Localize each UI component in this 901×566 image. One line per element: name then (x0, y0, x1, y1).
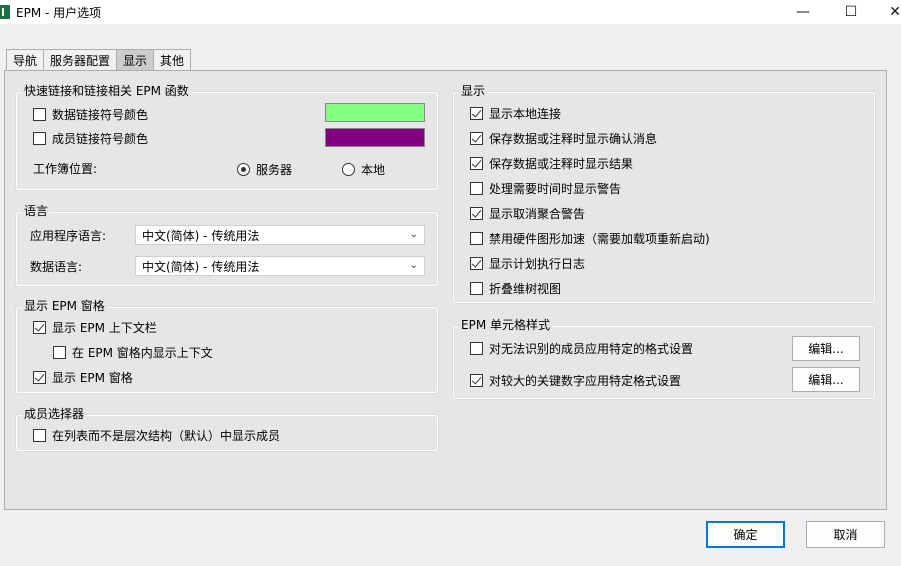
tab-server-config[interactable]: 服务器配置 (43, 49, 118, 71)
member-selector-group-title: 成员选择器 (22, 407, 87, 421)
display-item-checkbox[interactable] (470, 206, 483, 220)
display-item-plan-log[interactable]: 显示计划执行日志 (470, 254, 585, 272)
workbook-location-label: 工作簿位置: (33, 161, 98, 176)
show-context-in-pane-label: 在 EPM 窗格内显示上下文 (72, 345, 213, 360)
larger-key-figure-label: 对较大的关键数字应用特定格式设置 (489, 373, 682, 388)
excel-app-icon (0, 5, 10, 19)
title-bar: EPM - 用户选项 — ☐ ✕ (0, 0, 901, 24)
tab-display[interactable]: 显示 (116, 49, 155, 71)
display-group-title: 显示 (459, 84, 488, 98)
cancel-button[interactable]: 取消 (806, 521, 885, 548)
maximize-button[interactable]: ☐ (828, 0, 874, 24)
display-item-label: 显示计划执行日志 (489, 256, 586, 271)
display-item-label: 禁用硬件图形加速（需要加载项重新启动) (489, 231, 710, 246)
tab-navigation[interactable]: 导航 (6, 49, 45, 71)
app-language-label: 应用程序语言: (30, 228, 107, 243)
data-link-color-checkbox[interactable] (33, 107, 46, 121)
close-button[interactable]: ✕ (872, 0, 901, 24)
member-selector-group: 成员选择器 在列表而不是层次结构（默认）中显示成员 (15, 407, 439, 452)
display-item-checkbox[interactable] (470, 181, 483, 195)
app-language-value: 中文(简体) - 传统用法 (142, 228, 260, 243)
data-language-label: 数据语言: (30, 259, 83, 274)
list-view-row[interactable]: 在列表而不是层次结构（默认）中显示成员 (33, 426, 280, 444)
display-item-local-connections[interactable]: 显示本地连接 (470, 104, 561, 122)
language-group-title: 语言 (22, 204, 51, 218)
data-language-select[interactable]: 中文(简体) - 传统用法 ⌄ (135, 256, 425, 276)
show-pane-row[interactable]: 显示 EPM 窗格 (33, 368, 133, 386)
location-local-label: 本地 (361, 162, 386, 177)
unrecognized-member-row[interactable]: 对无法识别的成员应用特定的格式设置 (470, 339, 693, 357)
show-context-in-pane-row[interactable]: 在 EPM 窗格内显示上下文 (53, 343, 213, 361)
show-context-bar-row[interactable]: 显示 EPM 上下文栏 (33, 318, 157, 336)
show-context-in-pane-checkbox[interactable] (53, 345, 66, 359)
edit-unrecognized-button[interactable]: 编辑... (792, 336, 860, 361)
data-link-color-row[interactable]: 数据链接符号颜色 (33, 105, 148, 123)
location-local-radio[interactable] (342, 162, 355, 176)
data-link-color-swatch[interactable] (325, 103, 425, 122)
larger-key-figure-row[interactable]: 对较大的关键数字应用特定格式设置 (470, 371, 681, 389)
show-pane-checkbox[interactable] (33, 370, 46, 384)
display-item-save-result[interactable]: 保存数据或注释时显示结果 (470, 154, 633, 172)
cell-styles-group-title: EPM 单元格样式 (459, 318, 552, 332)
display-item-confirm-message[interactable]: 保存数据或注释时显示确认消息 (470, 129, 657, 147)
display-item-label: 处理需要时间时显示警告 (489, 181, 622, 196)
quicklink-group-title: 快速链接和链接相关 EPM 函数 (22, 84, 191, 98)
list-view-label: 在列表而不是层次结构（默认）中显示成员 (52, 428, 281, 443)
data-language-value: 中文(简体) - 传统用法 (142, 259, 260, 274)
edit-larger-key-figure-button[interactable]: 编辑... (792, 367, 860, 392)
display-item-label: 显示取消聚合警告 (489, 206, 586, 221)
unrecognized-member-checkbox[interactable] (470, 341, 483, 355)
display-item-collapse-tree[interactable]: 折叠维树视图 (470, 279, 561, 297)
display-item-checkbox[interactable] (470, 256, 483, 270)
show-context-bar-label: 显示 EPM 上下文栏 (52, 320, 157, 335)
quicklink-group: 快速链接和链接相关 EPM 函数 数据链接符号颜色 成员链接符号颜色 工作簿位置… (15, 84, 439, 191)
larger-key-figure-checkbox[interactable] (470, 373, 483, 387)
member-link-color-row[interactable]: 成员链接符号颜色 (33, 129, 148, 147)
location-server-option[interactable]: 服务器 (237, 160, 292, 178)
location-server-radio[interactable] (237, 162, 250, 176)
display-item-long-process-warning[interactable]: 处理需要时间时显示警告 (470, 179, 621, 197)
chevron-down-icon: ⌄ (409, 260, 418, 271)
language-group: 语言 应用程序语言: 中文(简体) - 传统用法 ⌄ 数据语言: 中文(简体) … (15, 204, 439, 287)
display-item-checkbox[interactable] (470, 231, 483, 245)
display-item-checkbox[interactable] (470, 281, 483, 295)
list-view-checkbox[interactable] (33, 428, 46, 442)
display-item-unaggregate-warning[interactable]: 显示取消聚合警告 (470, 204, 585, 222)
display-item-checkbox[interactable] (470, 156, 483, 170)
display-item-label: 保存数据或注释时显示确认消息 (489, 131, 658, 146)
display-group: 显示 显示本地连接 保存数据或注释时显示确认消息 保存数据或注释时显示结果 处理… (452, 84, 876, 304)
epm-pane-group-title: 显示 EPM 窗格 (22, 299, 107, 313)
display-item-label: 显示本地连接 (489, 106, 562, 121)
app-language-select[interactable]: 中文(简体) - 传统用法 ⌄ (135, 225, 425, 245)
location-server-label: 服务器 (256, 162, 293, 177)
chevron-down-icon: ⌄ (409, 229, 418, 240)
member-link-color-checkbox[interactable] (33, 131, 46, 145)
location-local-option[interactable]: 本地 (342, 160, 385, 178)
ok-button[interactable]: 确定 (706, 521, 785, 548)
display-item-checkbox[interactable] (470, 131, 483, 145)
member-link-color-swatch[interactable] (325, 128, 425, 147)
show-context-bar-checkbox[interactable] (33, 320, 46, 334)
tab-strip: 导航 服务器配置 显示 其他 (6, 49, 192, 71)
unrecognized-member-label: 对无法识别的成员应用特定的格式设置 (489, 341, 694, 356)
display-item-disable-hw-accel[interactable]: 禁用硬件图形加速（需要加载项重新启动) (470, 229, 710, 247)
show-pane-label: 显示 EPM 窗格 (52, 370, 133, 385)
display-item-label: 折叠维树视图 (489, 281, 562, 296)
epm-pane-group: 显示 EPM 窗格 显示 EPM 上下文栏 在 EPM 窗格内显示上下文 显示 … (15, 299, 439, 394)
data-link-color-label: 数据链接符号颜色 (52, 107, 149, 122)
display-item-label: 保存数据或注释时显示结果 (489, 156, 634, 171)
window-title: EPM - 用户选项 (16, 6, 102, 20)
display-item-checkbox[interactable] (470, 106, 483, 120)
minimize-button[interactable]: — (780, 0, 826, 24)
cell-styles-group: EPM 单元格样式 对无法识别的成员应用特定的格式设置 编辑... 对较大的关键… (452, 318, 876, 400)
tab-panel: 快速链接和链接相关 EPM 函数 数据链接符号颜色 成员链接符号颜色 工作簿位置… (4, 70, 887, 510)
tab-other[interactable]: 其他 (153, 49, 192, 71)
member-link-color-label: 成员链接符号颜色 (52, 131, 149, 146)
